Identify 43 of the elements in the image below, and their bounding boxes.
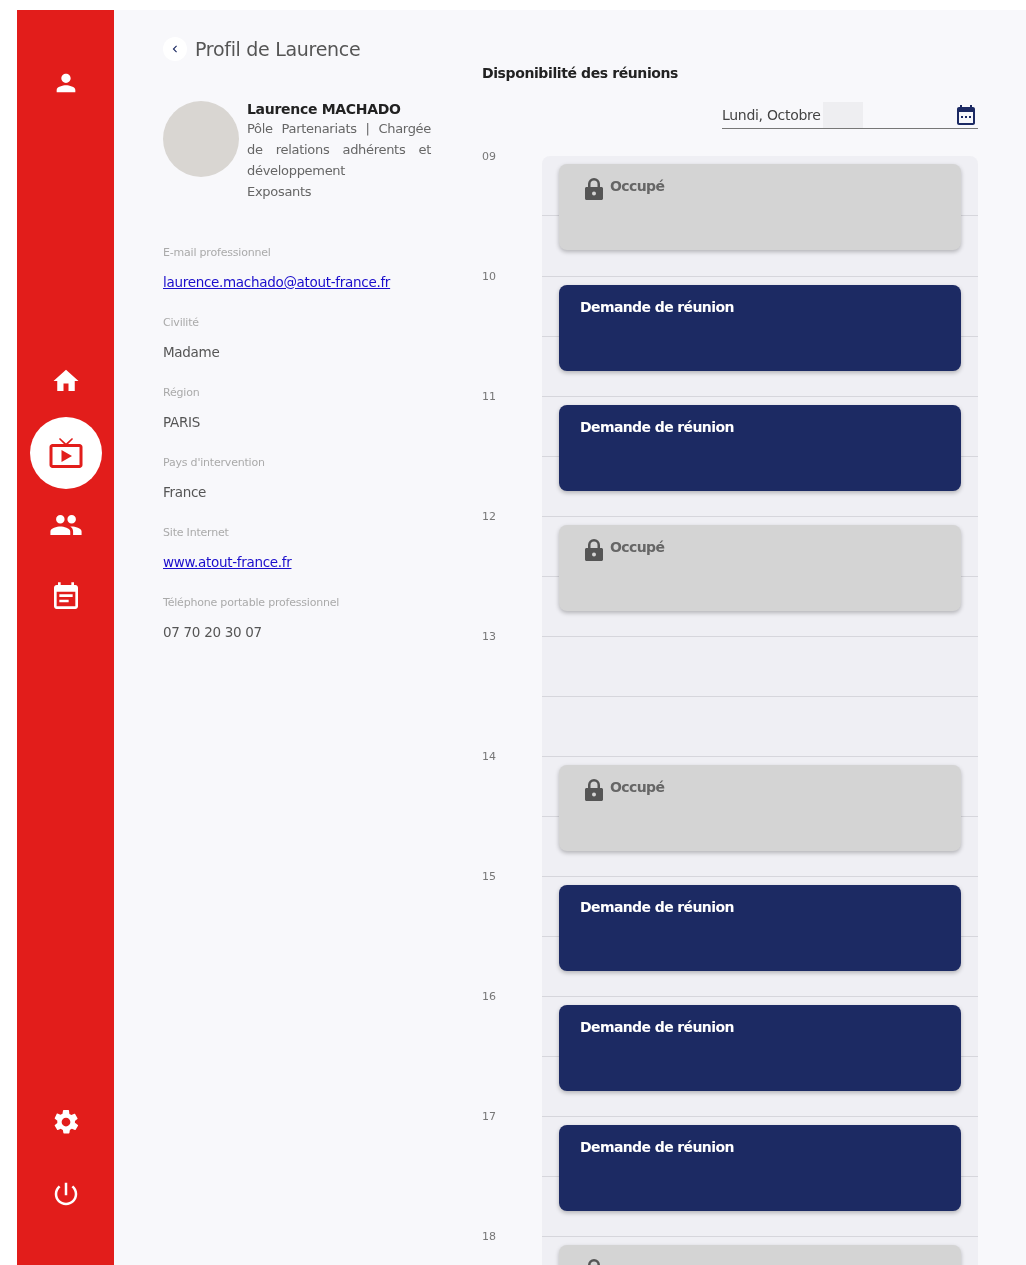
redaction-block: [822, 102, 863, 128]
field-value: France: [163, 484, 207, 500]
field-label: Téléphone portable professionnel: [163, 596, 341, 611]
lock-icon: [584, 178, 604, 200]
lock-icon: [584, 539, 604, 561]
meeting-request[interactable]: Demande de réunion: [559, 1125, 961, 1211]
busy-slot[interactable]: Occupé: [559, 525, 961, 611]
profile-name: Laurence MACHADO: [247, 100, 402, 118]
hour-label: 17: [482, 1110, 497, 1123]
profile-role: Pôle Partenariats | Chargée de relations adhérents et développement: [247, 120, 431, 180]
busy-slot[interactable]: Occupé: [559, 765, 961, 851]
meeting-request[interactable]: Demande de réunion: [559, 285, 961, 371]
meeting-request[interactable]: Demande de réunion: [559, 885, 961, 971]
meeting-request[interactable]: Demande de réunion: [559, 1005, 961, 1091]
field-value: 07 70 20 30 07: [163, 624, 262, 640]
date-field[interactable]: Lundi, Octobre: [722, 102, 978, 129]
busy-slot[interactable]: Occupé: [559, 164, 961, 250]
tv-play-icon: [47, 435, 84, 471]
hour-label: 11: [482, 390, 497, 403]
field-label: E-mail professionnel: [163, 246, 272, 261]
field-label: Pays d'intervention: [163, 456, 266, 471]
section-title: Disponibilité des réunions: [482, 65, 678, 81]
hour-label: 16: [482, 990, 497, 1003]
hour-label: 10: [482, 270, 497, 283]
field-value: PARIS: [163, 414, 200, 430]
hour-label: 15: [482, 870, 497, 883]
meeting-request[interactable]: Demande de réunion: [559, 405, 961, 491]
lock-icon: [584, 779, 604, 801]
hour-label: 12: [482, 510, 497, 523]
field-value: Madame: [163, 344, 220, 360]
hour-label: 09: [482, 150, 497, 163]
field-label: Civilité: [163, 316, 200, 331]
field-link[interactable]: www.atout-france.fr: [163, 554, 292, 570]
field-label: Région: [163, 386, 201, 401]
page-title: Profil de Laurence: [195, 38, 361, 60]
calendar-icon[interactable]: [954, 103, 978, 127]
field-link[interactable]: laurence.machado@atout-france.fr: [163, 274, 391, 290]
field-label: Site Internet: [163, 526, 230, 541]
profile-department: Exposants: [247, 183, 313, 201]
hour-label: 18: [482, 1230, 497, 1243]
hour-label: 13: [482, 630, 497, 643]
date-value: Lundi, Octobre: [722, 107, 821, 123]
hour-label: 14: [482, 750, 497, 763]
